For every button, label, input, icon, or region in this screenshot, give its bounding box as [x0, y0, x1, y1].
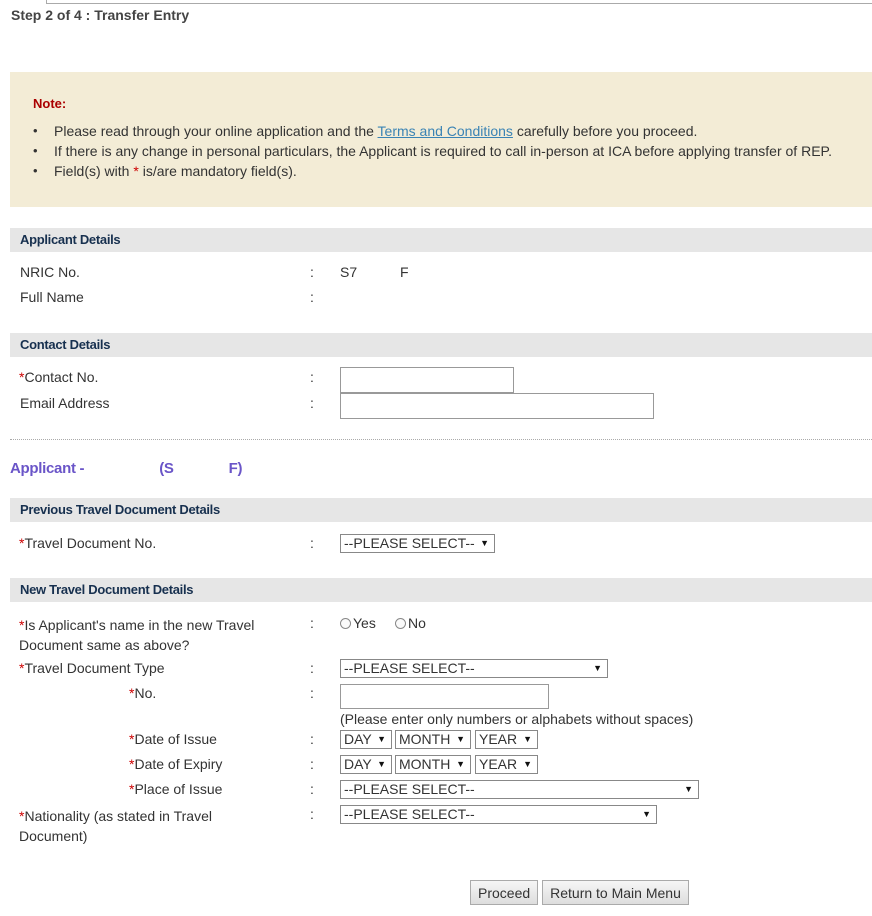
nationality-label: *Nationality (as stated in Travel Documen…: [19, 808, 212, 844]
colon: :: [310, 806, 314, 822]
issue-month-select[interactable]: MONTH ▼: [395, 730, 471, 749]
colon: :: [310, 395, 314, 411]
colon: :: [310, 615, 314, 631]
chevron-down-icon: ▼: [480, 538, 489, 548]
note-title: Note:: [33, 96, 67, 111]
colon: :: [310, 685, 314, 701]
proceed-button[interactable]: Proceed: [470, 880, 538, 905]
contact-no-label: *Contact No.: [19, 369, 99, 385]
top-frame-line: [46, 0, 872, 4]
expiry-month-select[interactable]: MONTH ▼: [395, 755, 471, 774]
chevron-down-icon: ▼: [684, 784, 693, 794]
new-doc-header: New Travel Document Details: [10, 578, 872, 602]
date-of-expiry-label: *Date of Expiry: [129, 756, 223, 772]
colon: :: [310, 781, 314, 797]
nric-value-end: F: [400, 264, 409, 280]
note-box: Note: Please read through your online ap…: [10, 72, 872, 207]
radio-circle-icon: [395, 617, 406, 629]
note-item-terms: Please read through your online applicat…: [33, 123, 832, 143]
issue-day-select[interactable]: DAY ▼: [340, 730, 392, 749]
travel-doc-no-select[interactable]: --PLEASE SELECT-- ▼: [340, 534, 495, 553]
colon: :: [310, 731, 314, 747]
applicant-title: Applicant - (S F): [10, 460, 243, 477]
terms-link[interactable]: Terms and Conditions: [378, 123, 513, 139]
email-label: Email Address: [20, 395, 110, 411]
doc-type-select[interactable]: --PLEASE SELECT-- ▼: [340, 659, 608, 678]
fullname-label: Full Name: [20, 289, 84, 305]
nric-value-start: S7: [340, 264, 358, 280]
note-item-mandatory: Field(s) with * is/are mandatory field(s…: [33, 163, 832, 183]
nric-label: NRIC No.: [20, 264, 80, 280]
date-of-issue-label: *Date of Issue: [129, 731, 217, 747]
same-name-yes-radio[interactable]: Yes: [340, 615, 376, 631]
same-name-label: *Is Applicant's name in the new Travel Do…: [19, 617, 255, 653]
section-divider: [10, 439, 872, 440]
nationality-select[interactable]: --PLEASE SELECT-- ▼: [340, 805, 657, 824]
travel-doc-no-label: *Travel Document No.: [19, 535, 157, 551]
doc-no-input[interactable]: [340, 684, 549, 709]
place-of-issue-select[interactable]: --PLEASE SELECT-- ▼: [340, 780, 699, 799]
previous-doc-header: Previous Travel Document Details: [10, 498, 872, 522]
colon: :: [310, 660, 314, 676]
doc-type-label: *Travel Document Type: [19, 660, 165, 676]
note-list: Please read through your online applicat…: [33, 123, 832, 183]
chevron-down-icon: ▼: [523, 734, 532, 744]
radio-circle-icon: [340, 617, 351, 629]
colon: :: [310, 289, 314, 305]
same-name-no-radio[interactable]: No: [395, 615, 426, 631]
contact-no-input[interactable]: [340, 367, 514, 393]
chevron-down-icon: ▼: [456, 734, 465, 744]
email-input[interactable]: [340, 393, 654, 419]
note-item-particulars: If there is any change in personal parti…: [33, 143, 832, 163]
doc-no-hint: (Please enter only numbers or alphabets …: [340, 711, 694, 727]
chevron-down-icon: ▼: [523, 759, 532, 769]
doc-no-label: *No.: [129, 685, 157, 701]
colon: :: [310, 264, 314, 280]
expiry-year-select[interactable]: YEAR ▼: [475, 755, 538, 774]
expiry-day-select[interactable]: DAY ▼: [340, 755, 392, 774]
colon: :: [310, 369, 314, 385]
step-indicator: Step 2 of 4 : Transfer Entry: [11, 7, 190, 23]
colon: :: [310, 535, 314, 551]
chevron-down-icon: ▼: [456, 759, 465, 769]
chevron-down-icon: ▼: [377, 734, 386, 744]
applicant-details-header: Applicant Details: [10, 228, 872, 252]
chevron-down-icon: ▼: [642, 809, 651, 819]
contact-details-header: Contact Details: [10, 333, 872, 357]
place-of-issue-label: *Place of Issue: [129, 781, 223, 797]
issue-year-select[interactable]: YEAR ▼: [475, 730, 538, 749]
chevron-down-icon: ▼: [593, 663, 602, 673]
return-main-menu-button[interactable]: Return to Main Menu: [542, 880, 689, 905]
chevron-down-icon: ▼: [377, 759, 386, 769]
colon: :: [310, 756, 314, 772]
